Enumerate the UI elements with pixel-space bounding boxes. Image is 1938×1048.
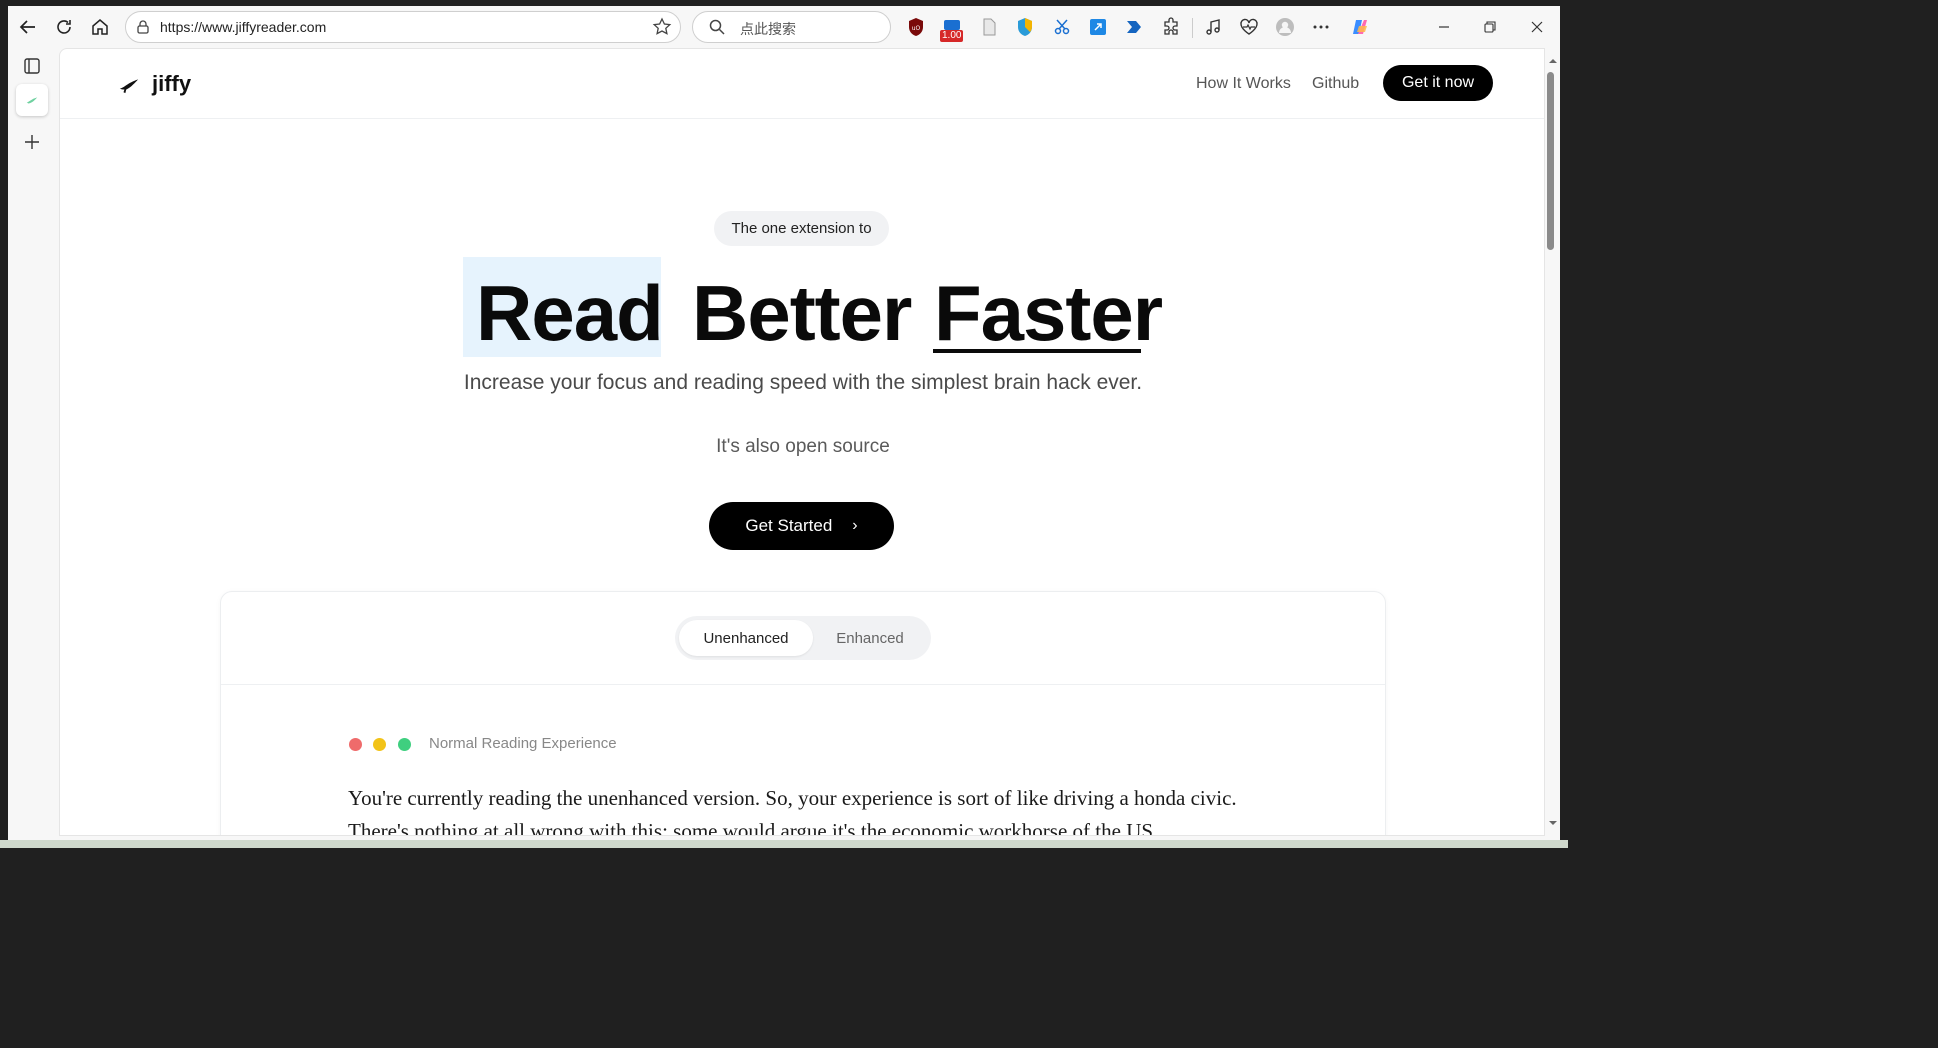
green-dot-icon <box>398 738 411 751</box>
site-logo[interactable]: jiffy <box>118 71 191 97</box>
refresh-icon <box>57 20 71 34</box>
media-control-icon[interactable] <box>1202 16 1224 38</box>
heart-pulse-icon[interactable] <box>1238 16 1260 38</box>
scroll-thumb[interactable] <box>1547 72 1554 250</box>
browser-window: https://www.jiffyreader.com 点此搜索 uO 1.00 <box>8 6 1560 840</box>
demo-paragraph: You're currently reading the unenhanced … <box>348 786 1237 836</box>
puzzle-extensions-icon[interactable] <box>1160 16 1182 38</box>
get-it-now-button[interactable]: Get it now <box>1383 65 1493 101</box>
tagline-pill: The one extension to <box>714 211 889 246</box>
refresh-button[interactable] <box>50 13 78 41</box>
address-bar[interactable]: https://www.jiffyreader.com <box>125 11 681 43</box>
site-header: jiffy How It Works Github Get it now <box>60 49 1544 119</box>
document-extension-icon[interactable] <box>978 16 1000 38</box>
active-tab-jiffy[interactable] <box>16 84 48 116</box>
chevron-right-icon: › <box>852 517 858 534</box>
web-page: jiffy How It Works Github Get it now The… <box>59 48 1545 836</box>
ublock-extension-icon[interactable]: uO <box>905 16 927 38</box>
browser-toolbar: https://www.jiffyreader.com 点此搜索 uO 1.00 <box>8 6 1560 48</box>
search-placeholder: 点此搜索 <box>740 22 796 38</box>
restore-icon <box>1484 21 1496 33</box>
lock-icon[interactable] <box>135 19 151 35</box>
nav-how-it-works[interactable]: How It Works <box>1196 75 1291 93</box>
red-dot-icon <box>349 738 362 751</box>
back-button[interactable] <box>14 13 42 41</box>
svg-text:uO: uO <box>912 25 921 32</box>
jiffy-favicon-icon <box>26 97 38 104</box>
back-arrow-icon <box>19 20 35 34</box>
open-source-note: It's also open source <box>716 436 890 457</box>
vertical-tabs-sidebar <box>8 48 58 840</box>
more-options-icon[interactable] <box>1310 16 1332 38</box>
restore-button[interactable] <box>1476 14 1504 40</box>
close-button[interactable] <box>1523 14 1551 40</box>
faster-underline <box>933 349 1141 353</box>
scissors-extension-icon[interactable] <box>1051 16 1073 38</box>
copilot-icon[interactable] <box>1349 16 1371 38</box>
toolbar-separator <box>1192 18 1193 38</box>
close-icon <box>1531 21 1543 33</box>
os-taskbar <box>0 840 1568 848</box>
shield-extension-icon[interactable] <box>1014 16 1036 38</box>
get-started-label: Get Started <box>745 516 833 535</box>
tab-actions-button[interactable] <box>19 53 45 79</box>
tab-unenhanced[interactable]: Unenhanced <box>679 620 813 656</box>
demo-card: Unenhanced Enhanced Normal Reading Exper… <box>220 591 1386 836</box>
home-icon <box>92 19 108 35</box>
open-link-extension-icon[interactable] <box>1087 16 1109 38</box>
plus-icon <box>25 135 39 149</box>
jiffy-logo-icon <box>119 79 139 94</box>
scroll-up-arrow-icon[interactable] <box>1548 56 1558 66</box>
nav-github[interactable]: Github <box>1312 75 1359 93</box>
home-button[interactable] <box>86 13 114 41</box>
mode-toggle: Unenhanced Enhanced <box>675 616 931 660</box>
new-tab-button[interactable] <box>19 129 45 155</box>
tab-enhanced[interactable]: Enhanced <box>813 620 927 656</box>
extension-badge: 1.00 <box>940 30 964 42</box>
headline-read: Read <box>476 269 664 357</box>
yellow-dot-icon <box>373 738 386 751</box>
favorite-star-icon[interactable] <box>652 17 672 37</box>
arrow-extension-icon[interactable] <box>1123 16 1145 38</box>
card-divider <box>221 684 1385 685</box>
logo-text: jiffy <box>152 71 192 96</box>
get-started-button[interactable]: Get Started › <box>709 502 894 550</box>
url-text[interactable]: https://www.jiffyreader.com <box>160 19 326 35</box>
headline-better: Better <box>692 269 912 357</box>
search-icon <box>709 19 725 35</box>
hero-subtitle: Increase your focus and reading speed wi… <box>463 371 1143 394</box>
minimize-icon <box>1439 26 1449 28</box>
profile-avatar-icon[interactable] <box>1274 16 1296 38</box>
minimize-button[interactable] <box>1430 14 1458 40</box>
reading-mode-label: Normal Reading Experience <box>429 735 617 752</box>
scroll-down-arrow-icon[interactable] <box>1548 818 1558 828</box>
headline-faster: Faster <box>934 269 1163 357</box>
search-box[interactable]: 点此搜索 <box>692 11 891 43</box>
tab-actions-icon <box>24 58 40 74</box>
